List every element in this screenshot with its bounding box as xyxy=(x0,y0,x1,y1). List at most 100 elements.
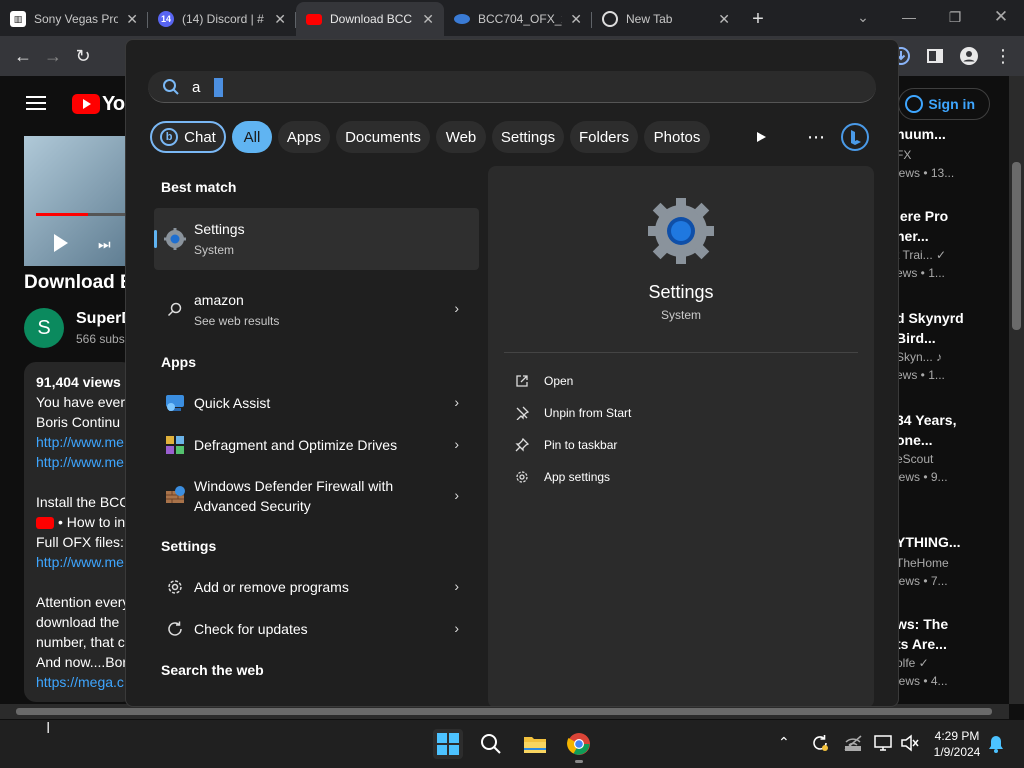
web-result-amazon[interactable]: amazon See web results › xyxy=(154,284,479,336)
tab-download-bcc[interactable]: Download BCC ✕ xyxy=(296,2,444,36)
chip-photos[interactable]: Photos xyxy=(644,121,710,153)
new-tab-button[interactable]: + xyxy=(740,2,776,36)
restore-icon[interactable]: ❐ xyxy=(932,0,978,34)
setting-check-updates[interactable]: Check for updates › xyxy=(154,612,479,646)
close-icon[interactable]: ✕ xyxy=(422,11,434,28)
minimize-icon[interactable]: — xyxy=(886,0,932,34)
profile-icon[interactable] xyxy=(954,41,984,71)
desc-link[interactable]: http://www.me xyxy=(36,452,124,472)
desc-link[interactable]: https://mega.c xyxy=(36,672,124,692)
network-icon[interactable] xyxy=(843,734,863,757)
app-defragment[interactable]: Defragment and Optimize Drives › xyxy=(154,428,479,462)
web-result-title: amazon xyxy=(194,292,244,308)
more-chips-play-icon[interactable] xyxy=(746,121,776,153)
file-explorer-icon[interactable] xyxy=(521,730,549,758)
app-quick-assist[interactable]: Quick Assist › xyxy=(154,386,479,420)
hamburger-menu-icon[interactable] xyxy=(26,96,46,110)
close-icon[interactable]: ✕ xyxy=(718,11,730,28)
best-match-title: Settings xyxy=(194,221,245,237)
quick-assist-icon xyxy=(164,392,186,414)
chevron-right-icon: › xyxy=(454,394,459,410)
related-video[interactable]: ws: The ts Are... olfe ✓ iews • 4... xyxy=(896,614,1006,690)
menu-kebab-icon[interactable]: ⋮ xyxy=(988,41,1018,71)
tab-sony-vegas[interactable]: ▥ Sony Vegas Pro ✕ xyxy=(0,2,148,36)
video-player[interactable]: ⏭ xyxy=(24,136,134,266)
gear-icon xyxy=(164,576,186,598)
chrome-taskbar-icon[interactable] xyxy=(565,730,593,763)
chip-documents[interactable]: Documents xyxy=(336,121,430,153)
chip-all[interactable]: All xyxy=(232,121,272,153)
sync-icon[interactable] xyxy=(810,733,830,758)
chip-apps[interactable]: Apps xyxy=(278,121,330,153)
more-options-icon[interactable]: ⋯ xyxy=(800,121,832,153)
clock-time: 4:29 PM xyxy=(934,729,980,743)
search-box[interactable] xyxy=(148,71,876,103)
close-icon[interactable]: ✕ xyxy=(274,11,286,28)
desc-line: You have every xyxy=(36,394,132,410)
close-icon[interactable]: ✕ xyxy=(570,11,582,28)
tab-title: BCC704_OFX_x6 xyxy=(478,12,562,26)
related-video[interactable]: YTHING... TheHome iews • 7... xyxy=(896,532,1006,590)
best-match-subtitle: System xyxy=(194,243,235,257)
action-unpin-start[interactable]: Unpin from Start xyxy=(514,402,631,424)
tab-discord[interactable]: 14 (14) Discord | # ✕ xyxy=(148,2,296,36)
chip-settings[interactable]: Settings xyxy=(492,121,564,153)
search-input[interactable] xyxy=(192,76,852,98)
selection-indicator xyxy=(154,230,157,248)
taskbar-clock[interactable]: 4:29 PM 1/9/2024 xyxy=(928,728,986,760)
chip-web[interactable]: Web xyxy=(436,121,486,153)
open-external-icon xyxy=(514,373,530,389)
best-match-settings[interactable]: Settings System xyxy=(154,208,479,270)
chip-chat[interactable]: b Chat xyxy=(150,121,226,153)
action-app-settings[interactable]: App settings xyxy=(514,466,610,488)
forward-icon[interactable]: → xyxy=(38,41,68,71)
tab-new-tab[interactable]: New Tab ✕ xyxy=(592,2,740,36)
youtube-logo-icon[interactable] xyxy=(72,94,100,114)
mouse-cursor-icon: I xyxy=(46,720,51,737)
side-panel-icon[interactable] xyxy=(920,41,950,71)
windows-start-icon[interactable] xyxy=(433,729,463,759)
pin-icon xyxy=(514,437,530,453)
related-video[interactable]: iere Pro ner... t Trai... ✓ ews • 1... xyxy=(896,206,1006,282)
play-icon[interactable] xyxy=(54,234,68,252)
chip-folders[interactable]: Folders xyxy=(570,121,638,153)
display-icon[interactable] xyxy=(874,734,894,757)
close-icon[interactable]: ✕ xyxy=(126,11,138,28)
settings-gear-icon xyxy=(164,228,186,250)
desc-link[interactable]: http://www.me xyxy=(36,432,124,452)
preview-pane: Settings System Open Unpin from Start Pi… xyxy=(488,166,874,706)
related-video[interactable]: 34 Years, one... eScout iews • 9... xyxy=(896,410,1006,486)
chevron-up-icon[interactable]: ⌃ xyxy=(778,734,790,751)
tab-title: New Tab xyxy=(626,12,673,26)
action-pin-taskbar[interactable]: Pin to taskbar xyxy=(514,434,617,456)
vertical-scrollbar[interactable] xyxy=(1009,76,1024,704)
tab-bcc704[interactable]: BCC704_OFX_x6 ✕ xyxy=(444,2,592,36)
film-icon: ▥ xyxy=(10,11,26,27)
preview-title: Settings xyxy=(648,282,714,302)
window-controls: ⌄ — ❐ ✕ xyxy=(840,0,1024,34)
close-window-icon[interactable]: ✕ xyxy=(978,0,1024,34)
taskbar-search-icon[interactable] xyxy=(477,730,505,758)
unpin-icon xyxy=(514,405,530,421)
bing-icon[interactable] xyxy=(838,121,872,153)
related-video[interactable]: d Skynyrd Bird... Skyn... ♪ ews • 1... xyxy=(896,308,1006,384)
related-video[interactable]: nuum... FX iews • 13... xyxy=(896,124,1006,182)
reload-icon[interactable]: ↻ xyxy=(68,41,98,71)
next-icon[interactable]: ⏭ xyxy=(98,236,114,252)
mega-icon xyxy=(454,14,470,24)
video-progress-bar[interactable] xyxy=(36,213,134,216)
video-description[interactable]: 91,404 views You have every Boris Contin… xyxy=(24,362,134,702)
speaker-muted-icon[interactable] xyxy=(900,734,920,757)
chevron-down-icon[interactable]: ⌄ xyxy=(840,0,886,34)
sign-in-button[interactable]: Sign in xyxy=(898,88,990,120)
desc-link[interactable]: http://www.me xyxy=(36,552,124,572)
back-icon[interactable]: ← xyxy=(8,41,38,71)
app-defender-firewall[interactable]: Windows Defender Firewall with Advanced … xyxy=(154,472,479,520)
action-open[interactable]: Open xyxy=(514,370,573,392)
setting-add-remove-programs[interactable]: Add or remove programs › xyxy=(154,570,479,604)
channel-avatar[interactable]: S xyxy=(24,308,64,348)
notification-bell-icon[interactable] xyxy=(988,735,1004,758)
desc-line: • How to in xyxy=(36,512,125,532)
desc-line: Boris Continu xyxy=(36,414,121,430)
desc-line: number, that c xyxy=(36,634,125,650)
